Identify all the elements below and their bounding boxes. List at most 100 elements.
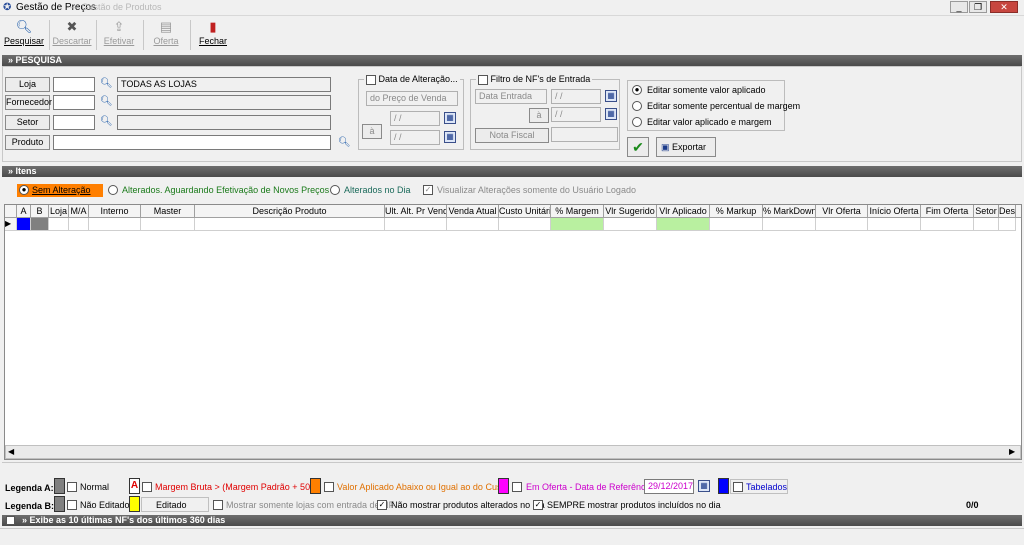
calendar-icon[interactable]: ▦ (605, 108, 617, 120)
mostrar-lojas-checkbox[interactable] (213, 500, 223, 510)
lookup-icon[interactable]: 🔍︎ (338, 137, 351, 149)
data-entrada-select[interactable]: Data Entrada (475, 89, 547, 104)
column-header[interactable]: Vlr Aplicado (657, 205, 710, 218)
setor-button[interactable]: Setor (5, 115, 50, 130)
column-header[interactable]: A (17, 205, 31, 218)
nf-ate-button[interactable]: à (529, 108, 549, 123)
sempre-mostrar-checkbox[interactable]: ✓ (533, 500, 543, 510)
scroll-left-icon[interactable]: ◀ (8, 447, 14, 456)
tabelados-checkbox[interactable] (733, 482, 743, 492)
preco-venda-select[interactable]: do Preço de Venda (366, 91, 458, 106)
column-header[interactable]: Des (999, 205, 1016, 218)
column-header[interactable]: Venda Atual (447, 205, 499, 218)
lookup-icon[interactable]: 🔍︎ (100, 78, 113, 90)
abaixo-custo-checkbox[interactable] (324, 482, 334, 492)
grid-cell[interactable] (657, 218, 710, 231)
calendar-icon[interactable]: ▦ (444, 112, 456, 124)
restore-button[interactable]: ❐ (969, 1, 987, 13)
normal-checkbox[interactable] (67, 482, 77, 492)
grid-cell[interactable] (49, 218, 69, 231)
grid-body[interactable] (5, 231, 1021, 445)
column-header[interactable]: Custo Unitário (499, 205, 551, 218)
nf-date-from-input[interactable]: / / (551, 89, 601, 104)
minimize-button[interactable]: _ (950, 1, 968, 13)
oferta-button[interactable]: ▤ Oferta (146, 18, 186, 50)
edit-mode-radio-2[interactable] (632, 101, 642, 111)
nao-editado-checkbox[interactable] (67, 500, 77, 510)
column-header[interactable]: Ult. Alt. Pr Venda (385, 205, 447, 218)
scroll-right-icon[interactable]: ▶ (1009, 447, 1015, 456)
grid-cell[interactable] (604, 218, 657, 231)
ate-button[interactable]: à (362, 124, 382, 139)
grid-cell[interactable] (999, 218, 1016, 231)
produto-input[interactable] (53, 135, 331, 150)
calendar-icon[interactable]: ▦ (605, 90, 617, 102)
close-button[interactable]: ✕ (990, 1, 1018, 13)
alterados-dia-radio[interactable] (330, 185, 340, 195)
table-row[interactable]: ▶ (5, 218, 1021, 231)
fechar-button[interactable]: ▮ Fechar (193, 18, 233, 50)
itens-section-header[interactable]: » Itens (2, 166, 1022, 177)
grid-cell[interactable] (551, 218, 604, 231)
column-header[interactable]: M/A (69, 205, 89, 218)
data-alteracao-legend[interactable]: Data de Alteração... (364, 73, 460, 85)
grid-cell[interactable] (763, 218, 816, 231)
nao-mostrar-checkbox[interactable]: ✓ (377, 500, 387, 510)
row-indicator-icon[interactable]: ▶ (5, 218, 17, 231)
column-header[interactable]: Master (141, 205, 195, 218)
nfs-section-checkbox[interactable] (6, 516, 15, 525)
column-header[interactable]: Vlr Sugerido (604, 205, 657, 218)
grid-cell[interactable] (816, 218, 868, 231)
nfs-section-header[interactable]: » Exibe as 10 últimas NF's dos últimos 3… (2, 515, 1022, 526)
produto-button[interactable]: Produto (5, 135, 50, 150)
exportar-button[interactable]: ▣ Exportar (656, 137, 716, 157)
nota-fiscal-button[interactable]: Nota Fiscal (475, 128, 549, 143)
confirm-check-button[interactable]: ✔ (627, 137, 649, 157)
column-header[interactable]: Setor (974, 205, 999, 218)
column-header[interactable]: Loja (49, 205, 69, 218)
column-header[interactable]: Vlr Oferta (816, 205, 868, 218)
visualizar-usuario-checkbox[interactable]: ✓ (423, 185, 433, 195)
calendar-icon[interactable]: ▦ (698, 480, 710, 492)
grid-cell[interactable] (921, 218, 974, 231)
lookup-icon[interactable]: 🔍︎ (100, 116, 113, 128)
grid-cell[interactable] (195, 218, 385, 231)
column-header[interactable]: % Margem (551, 205, 604, 218)
data-alteracao-checkbox[interactable] (366, 74, 376, 85)
alterados-aguardando-radio[interactable] (108, 185, 118, 195)
date-from-input[interactable]: / / (390, 111, 440, 126)
loja-code-input[interactable] (53, 77, 95, 92)
column-header[interactable]: Descrição Produto (195, 205, 385, 218)
ref-date-input[interactable]: 29/12/2017 (644, 479, 694, 494)
grid-cell[interactable] (447, 218, 499, 231)
sem-alteracao-radio[interactable]: ● (19, 185, 29, 195)
nota-fiscal-input[interactable] (551, 127, 618, 142)
edit-mode-radio-3[interactable] (632, 117, 642, 127)
column-header[interactable]: Fim Oferta (921, 205, 974, 218)
filtro-nf-checkbox[interactable] (478, 74, 488, 85)
setor-code-input[interactable] (53, 115, 95, 130)
grid-cell[interactable] (69, 218, 89, 231)
grid-cell[interactable] (141, 218, 195, 231)
column-header[interactable]: Início Oferta (868, 205, 921, 218)
descartar-button[interactable]: ✖ Descartar (52, 18, 92, 50)
filtro-nf-legend[interactable]: Filtro de NF's de Entrada (476, 73, 593, 85)
column-header[interactable]: % Markup (710, 205, 763, 218)
nf-date-to-input[interactable]: / / (551, 107, 601, 122)
em-oferta-checkbox[interactable] (512, 482, 522, 492)
grid-cell[interactable] (17, 218, 31, 231)
grid-cell[interactable] (499, 218, 551, 231)
column-header[interactable]: Interno (89, 205, 141, 218)
grid-cell[interactable] (89, 218, 141, 231)
calendar-icon[interactable]: ▦ (444, 131, 456, 143)
edit-mode-radio-1[interactable]: ● (632, 85, 642, 95)
column-header[interactable]: % MarkDown (763, 205, 816, 218)
grid-cell[interactable] (385, 218, 447, 231)
fornecedor-button[interactable]: Fornecedor (5, 95, 52, 110)
lookup-icon[interactable]: 🔍︎ (100, 96, 113, 108)
fornecedor-code-input[interactable] (53, 95, 95, 110)
margem-bruta-checkbox[interactable] (142, 482, 152, 492)
grid-cell[interactable] (710, 218, 763, 231)
column-header[interactable]: B (31, 205, 49, 218)
grid-cell[interactable] (974, 218, 999, 231)
